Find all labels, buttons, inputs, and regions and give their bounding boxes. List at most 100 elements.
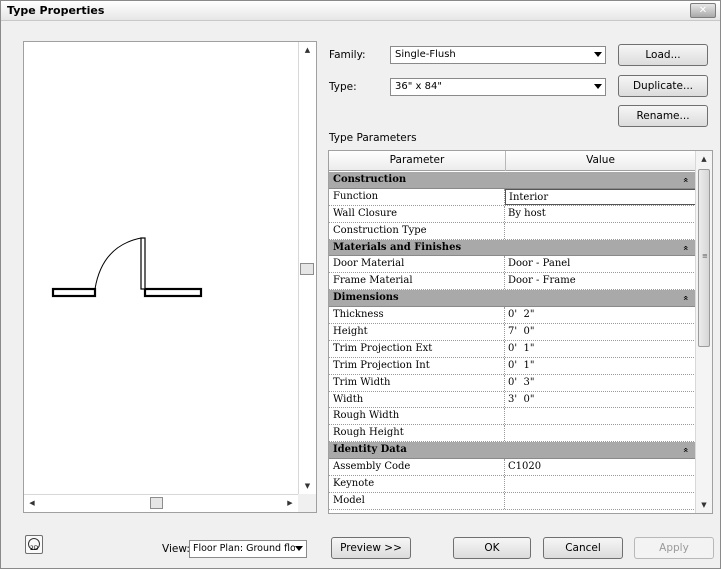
2d-view-icon[interactable]: 2D	[25, 535, 43, 554]
view-value: Floor Plan: Ground flo	[193, 543, 296, 554]
grid-vscroll-thumb[interactable]: ≡	[698, 169, 710, 347]
parameter-group-header[interactable]: Dimensions «	[329, 290, 696, 308]
collapse-chevron-icon[interactable]: «	[677, 245, 693, 251]
parameter-value[interactable]	[505, 408, 696, 424]
title-bar: Type Properties ✕	[1, 1, 720, 21]
svg-text:2D: 2D	[30, 545, 39, 552]
parameter-name: Rough Width	[329, 408, 505, 425]
preview-horizontal-scrollbar[interactable]: ◀ ▶	[24, 494, 298, 512]
preview-vertical-scrollbar[interactable]: ▲ ▼	[298, 42, 316, 494]
parameter-group-header[interactable]: Materials and Finishes «	[329, 239, 696, 257]
parameter-name: Rough Height	[329, 425, 505, 442]
scroll-left-arrow-icon[interactable]: ◀	[24, 495, 40, 512]
group-name: Materials and Finishes	[333, 241, 462, 253]
scroll-down-arrow-icon[interactable]: ▼	[299, 478, 316, 494]
grid-vertical-scrollbar[interactable]: ▲ ≡ ▼	[695, 151, 712, 513]
grid-header: Parameter Value	[329, 151, 696, 171]
view-dropdown[interactable]: Floor Plan: Ground flo	[189, 540, 307, 558]
view-label: View:	[162, 543, 190, 555]
door-plan-preview	[51, 237, 203, 298]
parameter-value[interactable]	[505, 425, 696, 441]
parameter-row[interactable]: Keynote	[329, 476, 696, 493]
parameter-row[interactable]: Height 7' 0"	[329, 324, 696, 341]
close-button[interactable]: ✕	[690, 3, 716, 18]
parameter-name: Trim Projection Ext	[329, 340, 505, 357]
parameter-name: Door Material	[329, 256, 505, 273]
parameter-name: Function	[329, 188, 505, 205]
parameter-row[interactable]: Trim Projection Int 0' 1"	[329, 357, 696, 375]
apply-button[interactable]: Apply	[634, 537, 714, 559]
parameter-group-header[interactable]: Identity Data «	[329, 442, 696, 460]
parameter-row[interactable]: Model	[329, 492, 696, 510]
load-button[interactable]: Load...	[618, 44, 708, 66]
parameter-value[interactable]: 7' 0"	[505, 324, 696, 340]
type-dropdown[interactable]: 36" x 84"	[390, 78, 606, 96]
type-properties-dialog: Type Properties ✕ ▲ ▼ ◀ ▶ Family: Single…	[0, 0, 721, 569]
parameter-row[interactable]: Function Interior	[329, 188, 696, 206]
group-name: Identity Data	[333, 444, 407, 456]
parameter-value[interactable]: C1020	[505, 459, 696, 475]
preview-hscroll-thumb[interactable]	[150, 497, 163, 509]
family-value: Single-Flush	[395, 49, 456, 60]
cancel-button[interactable]: Cancel	[543, 537, 623, 559]
preview-pane[interactable]: ▲ ▼ ◀ ▶	[23, 41, 317, 513]
parameter-value[interactable]	[505, 223, 696, 239]
collapse-chevron-icon[interactable]: «	[677, 295, 693, 301]
dialog-title: Type Properties	[7, 4, 105, 17]
collapse-chevron-icon[interactable]: «	[677, 447, 693, 453]
parameter-group-header[interactable]: Construction «	[329, 172, 696, 189]
parameter-row[interactable]: Wall Closure By host	[329, 205, 696, 223]
parameter-name: Thickness	[329, 307, 505, 324]
scroll-up-arrow-icon[interactable]: ▲	[696, 151, 712, 167]
parameter-value[interactable]: 0' 3"	[505, 375, 696, 391]
parameter-row[interactable]: Rough Width	[329, 408, 696, 426]
parameter-value[interactable]: 0' 2"	[505, 307, 696, 323]
parameter-value[interactable]: Door - Frame	[505, 273, 696, 289]
ok-button[interactable]: OK	[453, 537, 531, 559]
collapse-chevron-icon[interactable]: «	[677, 177, 693, 183]
parameter-name: Height	[329, 324, 505, 340]
preview-vscroll-thumb[interactable]	[300, 263, 314, 275]
grip-icon: ≡	[702, 252, 708, 260]
parameter-value[interactable]	[505, 476, 696, 492]
dropdown-arrow-icon	[594, 52, 602, 57]
family-label: Family:	[329, 49, 366, 61]
parameter-row[interactable]: Construction Type	[329, 222, 696, 240]
grid-rows: Construction « Function Interior Wall Closur…	[329, 172, 696, 510]
parameter-value[interactable]	[505, 493, 696, 509]
parameter-value[interactable]: Door - Panel	[505, 256, 696, 272]
scroll-down-arrow-icon[interactable]: ▼	[696, 497, 712, 513]
parameter-value[interactable]: 0' 1"	[505, 341, 696, 357]
scroll-corner	[298, 494, 316, 512]
parameter-value[interactable]: 3' 0"	[505, 392, 696, 408]
parameter-row[interactable]: Width 3' 0"	[329, 391, 696, 409]
type-parameters-grid[interactable]: Parameter Value Construction « Function Int…	[328, 150, 713, 514]
duplicate-button[interactable]: Duplicate...	[618, 75, 708, 97]
dropdown-arrow-icon	[295, 546, 303, 551]
parameter-name: Wall Closure	[329, 205, 505, 222]
type-parameters-label: Type Parameters	[329, 132, 417, 144]
parameter-name: Construction Type	[329, 222, 505, 239]
parameter-name: Keynote	[329, 476, 505, 492]
parameter-row[interactable]: Trim Projection Ext 0' 1"	[329, 340, 696, 358]
parameter-name: Trim Projection Int	[329, 357, 505, 374]
parameter-row[interactable]: Door Material Door - Panel	[329, 256, 696, 274]
parameter-row[interactable]: Frame Material Door - Frame	[329, 273, 696, 291]
parameter-row[interactable]: Rough Height	[329, 425, 696, 443]
parameter-value[interactable]: 0' 1"	[505, 358, 696, 374]
parameter-row[interactable]: Trim Width 0' 3"	[329, 374, 696, 392]
parameter-value[interactable]: By host	[505, 206, 696, 222]
parameter-value[interactable]: Interior	[505, 188, 696, 205]
parameter-row[interactable]: Thickness 0' 2"	[329, 307, 696, 325]
rename-button[interactable]: Rename...	[618, 105, 708, 127]
value-column-header[interactable]: Value	[506, 151, 696, 171]
parameter-column-header[interactable]: Parameter	[329, 151, 506, 171]
scroll-right-arrow-icon[interactable]: ▶	[282, 495, 298, 512]
parameter-row[interactable]: Assembly Code C1020	[329, 459, 696, 477]
preview-button[interactable]: Preview >>	[331, 537, 411, 559]
scroll-up-arrow-icon[interactable]: ▲	[299, 42, 316, 58]
parameter-name: Width	[329, 391, 505, 408]
group-name: Dimensions	[333, 292, 399, 304]
family-dropdown[interactable]: Single-Flush	[390, 46, 606, 64]
parameter-name: Model	[329, 492, 505, 509]
